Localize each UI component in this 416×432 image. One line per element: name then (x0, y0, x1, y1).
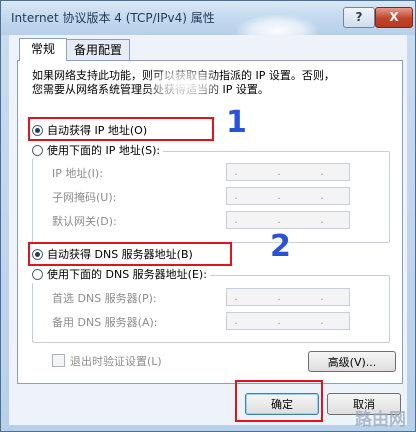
general-panel: 如果网络支持此功能，则可以获取自动指派的 IP 设置。否则， 您需要从网络系统管… (17, 60, 403, 384)
close-button[interactable]: X (375, 7, 413, 28)
blur-overlay (146, 67, 222, 103)
manual-dns-radio[interactable]: 使用下面的 DNS 服务器地址(E): (32, 267, 210, 283)
preferred-dns-label: 首选 DNS 服务器(P): (52, 292, 157, 305)
alternate-dns-field[interactable]: . . . (226, 312, 350, 330)
highlight-box-ok (235, 380, 323, 422)
advanced-button[interactable]: 高级(V)... (308, 351, 396, 372)
tab-general[interactable]: 常规 (19, 38, 67, 61)
step-number-1: 1 (226, 105, 247, 140)
radio-unselected-icon (32, 269, 43, 280)
highlight-box-1 (28, 117, 214, 141)
subnet-mask-field[interactable]: . . . (226, 187, 350, 205)
manual-dns-groupbox (32, 275, 390, 343)
alternate-dns-label: 备用 DNS 服务器(A): (52, 316, 158, 329)
radio-unselected-icon (32, 145, 43, 156)
title-bar[interactable]: Internet 协议版本 4 (TCP/IPv4) 属性 ? X (1, 1, 415, 35)
manual-ip-radio[interactable]: 使用下面的 IP 地址(S): (32, 143, 164, 159)
dialog-body: 常规 备用配置 如果网络支持此功能，则可以获取自动指派的 IP 设置。否则， 您… (9, 35, 407, 425)
step-number-2: 2 (270, 229, 291, 264)
highlight-box-2 (28, 242, 232, 266)
preferred-dns-field[interactable]: . . . (226, 288, 350, 306)
manual-dns-label: 使用下面的 DNS 服务器地址(E): (47, 268, 207, 281)
dialog-window: Internet 协议版本 4 (TCP/IPv4) 属性 ? X 常规 备用配… (0, 0, 416, 432)
window-title: Internet 协议版本 4 (TCP/IPv4) 属性 (11, 11, 215, 25)
ip-address-field[interactable]: . . . (226, 163, 350, 181)
checkbox-icon (52, 354, 65, 367)
validate-on-exit-checkbox[interactable]: 退出时验证设置(L) (52, 353, 162, 369)
validate-on-exit-label: 退出时验证设置(L) (70, 355, 162, 368)
default-gateway-field[interactable]: . . . (226, 211, 350, 229)
manual-ip-label: 使用下面的 IP 地址(S): (47, 144, 161, 157)
default-gateway-label: 默认网关(D): (52, 215, 117, 228)
subnet-mask-label: 子网掩码(U): (52, 191, 117, 204)
tab-alternate-config[interactable]: 备用配置 (66, 39, 130, 60)
help-button[interactable]: ? (343, 7, 375, 28)
site-watermark: 路由网 (355, 410, 406, 430)
ip-address-label: IP 地址(I): (52, 167, 103, 180)
